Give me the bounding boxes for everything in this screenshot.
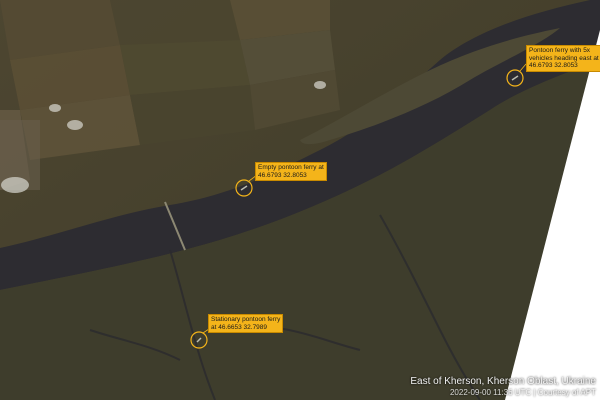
annotation-line: vehicles heading east at	[529, 54, 599, 62]
satellite-map	[0, 0, 600, 400]
annotation-ferry-stationary: Stationary pontoon ferry at 46.6653 32.7…	[208, 314, 284, 333]
annotation-line: 46.6793 32.8053	[529, 62, 578, 69]
annotation-line: Stationary pontoon ferry	[211, 316, 281, 323]
image-caption: East of Kherson, Kherson Oblast, Ukraine…	[410, 376, 596, 398]
annotation-line: 46.6793 32.8053	[258, 171, 307, 179]
caption-location: East of Kherson, Kherson Oblast, Ukraine	[410, 376, 596, 387]
annotation-line: Empty pontoon ferry at	[258, 164, 324, 171]
annotation-ferry-east: Pontoon ferry with 5x vehicles heading e…	[526, 45, 600, 72]
annotation-line: Pontoon ferry with 5x	[529, 47, 591, 54]
caption-credit: 2022-09-00 11:36 UTC | Courtesy of APT	[449, 388, 596, 397]
annotation-ferry-empty: Empty pontoon ferry at 46.6793 32.8053	[255, 162, 327, 181]
annotation-line: at 46.6653 32.7989	[211, 323, 268, 331]
